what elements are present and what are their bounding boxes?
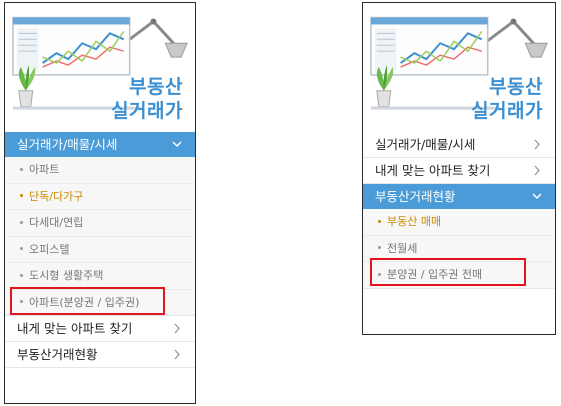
submenu-item-real-estate-sale[interactable]: 부동산 매매 — [363, 209, 555, 236]
submenu-item-label: 도시형 생활주택 — [29, 269, 104, 282]
bullet-icon — [20, 273, 23, 277]
menu-header-label: 내게 맞는 아파트 찾기 — [17, 321, 133, 336]
bullet-icon — [20, 220, 23, 224]
chevron-right-icon — [534, 165, 540, 176]
brand-line-1: 부동산 — [129, 76, 183, 98]
menu-header-label: 부동산거래현황 — [375, 189, 456, 204]
bullet-icon — [20, 167, 23, 171]
submenu-item-label: 전월세 — [387, 241, 418, 255]
brand-line-2: 실거래가 — [111, 100, 183, 122]
submenu-item-multiplex[interactable]: 다세대/연립 — [5, 210, 195, 237]
menu-header-transactions[interactable]: 실거래가/매물/시세 — [5, 132, 195, 157]
submenu-item-label: 단독/다가구 — [29, 189, 84, 203]
submenu-item-apartment[interactable]: 아파트 — [5, 157, 195, 184]
brand-title: 부동산 실거래가 — [111, 75, 183, 123]
chevron-down-icon — [532, 193, 542, 200]
submenu-item-officetel[interactable]: 오피스텔 — [5, 237, 195, 263]
menu-header-transaction-status[interactable]: 부동산거래현황 — [363, 184, 555, 209]
bullet-icon — [20, 194, 23, 197]
chevron-right-icon — [174, 349, 180, 360]
submenu-item-detached-house[interactable]: 단독/다가구 — [5, 184, 195, 210]
highlight-box — [10, 287, 165, 315]
menu-header-label: 내게 맞는 아파트 찾기 — [375, 163, 491, 178]
chevron-right-icon — [174, 323, 180, 334]
chevron-right-icon — [534, 139, 540, 150]
brand-line-2: 실거래가 — [471, 100, 543, 122]
submenu-item-label: 부동산 매매 — [387, 215, 442, 228]
bullet-icon — [378, 219, 381, 223]
bullet-icon — [378, 246, 381, 249]
menu-header-label: 부동산거래현황 — [17, 347, 98, 362]
menu-header-transactions[interactable]: 실거래가/매물/시세 — [363, 132, 555, 158]
menu-header-label: 실거래가/매물/시세 — [17, 137, 118, 152]
submenu-item-urban-housing[interactable]: 도시형 생활주택 — [5, 263, 195, 290]
left-sidebar-panel: 부동산 실거래가 실거래가/매물/시세 아파트 단독/다가구 다세대/연립 오피… — [4, 2, 196, 404]
highlight-box — [370, 258, 526, 286]
chevron-down-icon — [172, 141, 182, 148]
brand-line-1: 부동산 — [489, 76, 543, 98]
menu-header-find-apartment[interactable]: 내게 맞는 아파트 찾기 — [363, 158, 555, 184]
submenu-item-label: 다세대/연립 — [29, 216, 84, 229]
submenu-item-label: 오피스텔 — [29, 242, 70, 256]
bullet-icon — [20, 247, 23, 250]
menu-header-transaction-status[interactable]: 부동산거래현황 — [5, 342, 195, 368]
menu-header-find-apartment[interactable]: 내게 맞는 아파트 찾기 — [5, 316, 195, 342]
brand-title: 부동산 실거래가 — [471, 75, 543, 123]
submenu-item-label: 아파트 — [29, 163, 60, 176]
menu-header-label: 실거래가/매물/시세 — [375, 137, 476, 152]
sidebar-menu: 실거래가/매물/시세 아파트 단독/다가구 다세대/연립 오피스텔 도시형 생활… — [5, 132, 195, 368]
